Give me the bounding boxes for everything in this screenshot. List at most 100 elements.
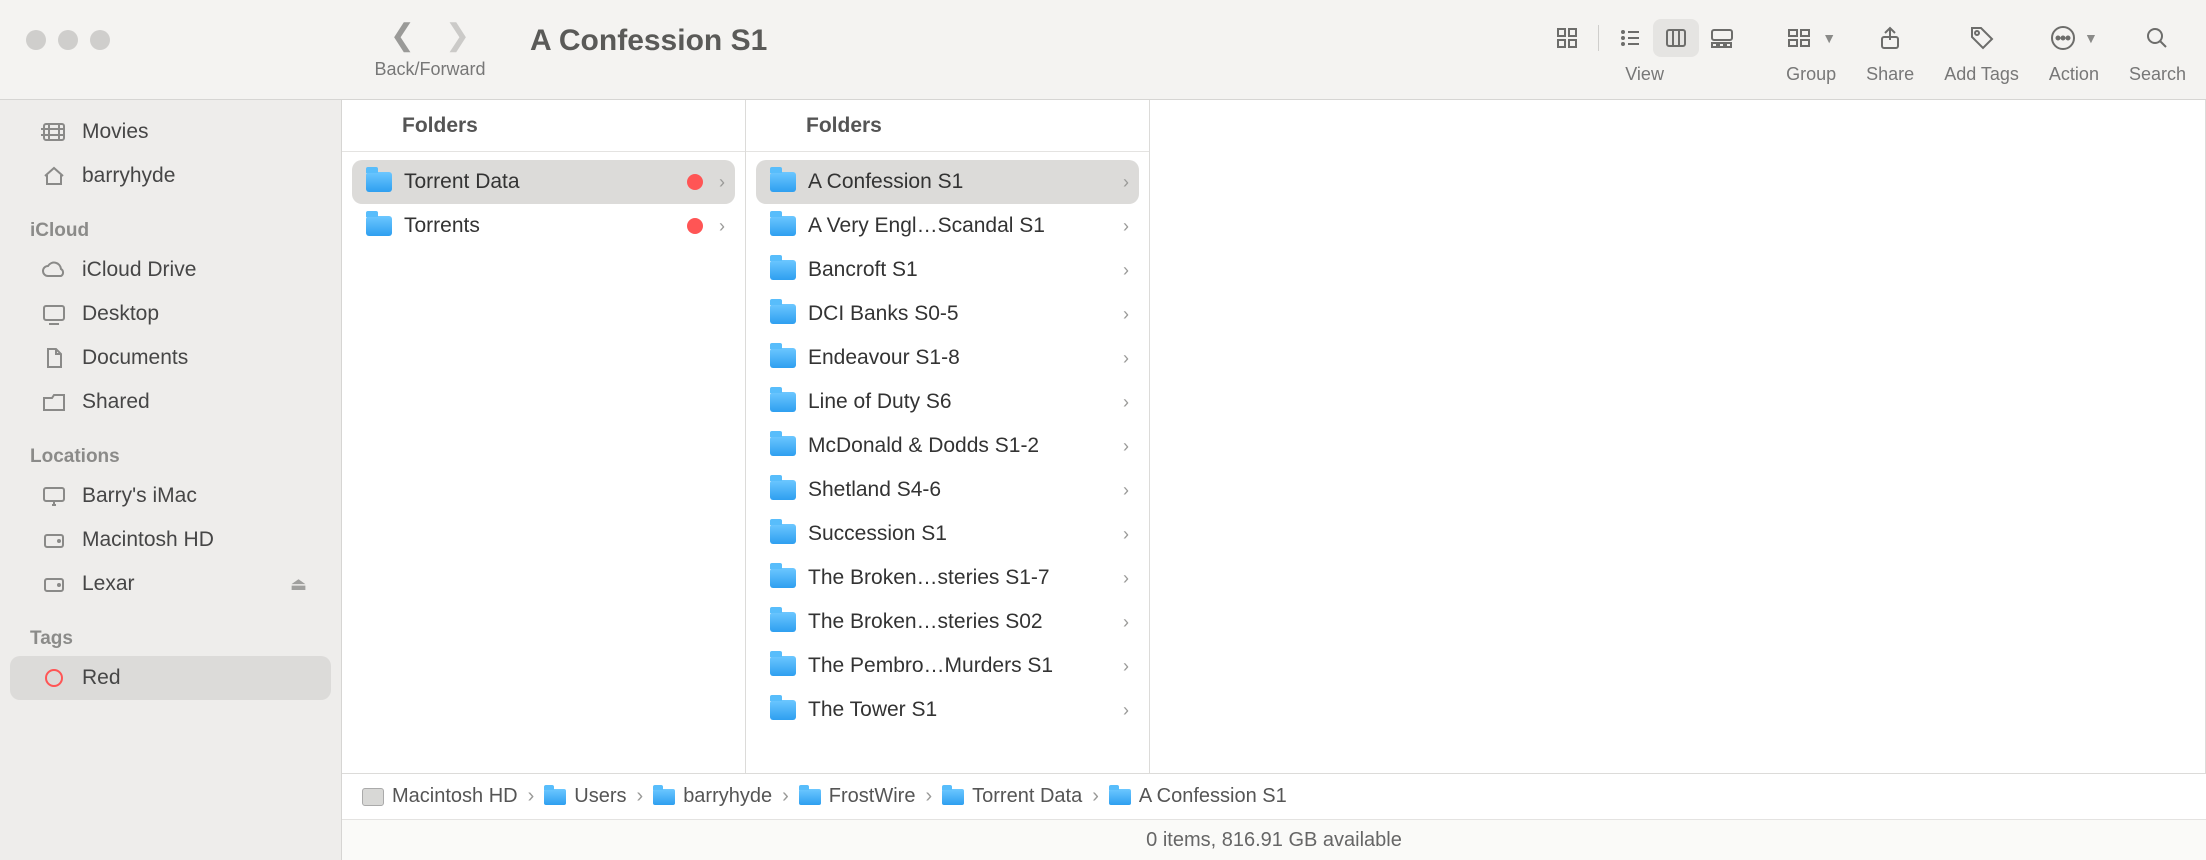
window-controls: [20, 10, 360, 50]
path-segment[interactable]: Macintosh HD: [362, 785, 518, 808]
path-segment[interactable]: A Confession S1: [1109, 785, 1287, 808]
gallery-icon: [1709, 26, 1735, 50]
folder-icon: [770, 392, 796, 412]
folder-name: Line of Duty S6: [808, 390, 1111, 414]
zoom-window[interactable]: [90, 30, 110, 50]
action-button[interactable]: ▼ Action: [2049, 18, 2099, 85]
icon-view-button[interactable]: [1544, 19, 1590, 57]
add-tags-button[interactable]: Add Tags: [1944, 18, 2019, 85]
path-segment[interactable]: barryhyde: [653, 785, 772, 808]
nav-group: ❮ ❯ Back/Forward: [360, 10, 500, 80]
path-segment[interactable]: Users: [544, 785, 626, 808]
column-header[interactable]: Folders: [746, 100, 1149, 152]
folder-name: Succession S1: [808, 522, 1111, 546]
search-button[interactable]: Search: [2129, 18, 2186, 85]
disk-icon: [362, 788, 384, 806]
chevron-right-icon: ›: [1123, 304, 1129, 325]
tag-color-dot: [45, 669, 63, 687]
column-view-button[interactable]: [1653, 19, 1699, 57]
sidebar-section-tags: Tags: [0, 606, 341, 656]
minimize-window[interactable]: [58, 30, 78, 50]
sidebar-item[interactable]: Desktop: [10, 292, 331, 336]
path-segment[interactable]: Torrent Data: [942, 785, 1082, 808]
chevron-right-icon: ›: [719, 216, 725, 237]
sidebar-tag-item[interactable]: Red: [10, 656, 331, 700]
folder-row[interactable]: Bancroft S1›: [756, 248, 1139, 292]
toolbar-actions: ▼ Group Share Add Tags ▼ Action: [1786, 10, 2186, 85]
view-label: View: [1625, 64, 1664, 85]
sidebar-item[interactable]: iCloud Drive: [10, 248, 331, 292]
sidebar-item[interactable]: Documents: [10, 336, 331, 380]
path-separator: ›: [528, 785, 535, 808]
cloud-icon: [41, 258, 67, 282]
folder-name: Bancroft S1: [808, 258, 1111, 282]
folder-name: Shetland S4-6: [808, 478, 1111, 502]
sidebar-section-locations: Locations: [0, 424, 341, 474]
column-3: [1150, 100, 2206, 773]
folder-row[interactable]: The Pembro…Murders S1›: [756, 644, 1139, 688]
tag-dot-icon: [687, 218, 703, 234]
chevron-right-icon: ›: [1123, 480, 1129, 501]
sidebar-item[interactable]: Macintosh HD: [10, 518, 331, 562]
folder-row[interactable]: Succession S1›: [756, 512, 1139, 556]
chevron-down-icon: ▼: [2084, 30, 2098, 46]
sidebar: Moviesbarryhyde iCloud iCloud DriveDeskt…: [0, 100, 342, 860]
folder-row[interactable]: A Confession S1›: [756, 160, 1139, 204]
folder-row[interactable]: The Broken…steries S02›: [756, 600, 1139, 644]
disk-icon: [41, 528, 67, 552]
folder-icon: [770, 436, 796, 456]
nav-label: Back/Forward: [374, 59, 485, 80]
path-separator: ›: [925, 785, 932, 808]
column-2: Folders A Confession S1›A Very Engl…Scan…: [746, 100, 1150, 773]
folder-name: A Confession S1: [808, 170, 1111, 194]
document-icon: [41, 346, 67, 370]
imac-icon: [41, 484, 67, 508]
share-button[interactable]: Share: [1866, 18, 1914, 85]
sidebar-item[interactable]: barryhyde: [10, 154, 331, 198]
gallery-view-button[interactable]: [1699, 19, 1745, 57]
view-switcher: [1543, 18, 1746, 58]
folder-row[interactable]: Endeavour S1-8 ›: [756, 336, 1139, 380]
window-title: A Confession S1: [500, 10, 1543, 58]
sidebar-item[interactable]: Shared: [10, 380, 331, 424]
folder-icon: [770, 612, 796, 632]
folder-name: Endeavour S1-8: [808, 346, 1111, 370]
grid-icon: [1555, 26, 1579, 50]
folder-row[interactable]: Line of Duty S6›: [756, 380, 1139, 424]
folder-row[interactable]: DCI Banks S0-5›: [756, 292, 1139, 336]
eject-icon[interactable]: ⏏: [290, 574, 307, 595]
column-header[interactable]: Folders: [342, 100, 745, 152]
folder-name: A Very Engl…Scandal S1: [808, 214, 1111, 238]
close-window[interactable]: [26, 30, 46, 50]
chevron-right-icon: ›: [1123, 216, 1129, 237]
folder-row[interactable]: The Broken…steries S1-7›: [756, 556, 1139, 600]
back-button[interactable]: ❮: [390, 18, 415, 53]
folder-icon: [942, 789, 964, 805]
group-button[interactable]: ▼ Group: [1786, 18, 1836, 85]
folder-row[interactable]: Shetland S4-6 ›: [756, 468, 1139, 512]
folder-icon: [770, 216, 796, 236]
folder-row[interactable]: Torrents›: [352, 204, 735, 248]
sidebar-item-label: Red: [82, 666, 121, 690]
sidebar-item-label: iCloud Drive: [82, 258, 196, 282]
folder-icon: [770, 480, 796, 500]
chevron-right-icon: ›: [1123, 436, 1129, 457]
chevron-right-icon: ›: [1123, 348, 1129, 369]
ellipsis-icon: [2050, 25, 2076, 51]
folder-row[interactable]: The Tower S1›: [756, 688, 1139, 732]
folder-name: McDonald & Dodds S1-2: [808, 434, 1111, 458]
sidebar-item-label: Movies: [82, 120, 149, 144]
shared-folder-icon: [41, 390, 67, 414]
sidebar-item[interactable]: Movies: [10, 110, 331, 154]
folder-row[interactable]: A Very Engl…Scandal S1 ›: [756, 204, 1139, 248]
path-segment[interactable]: FrostWire: [799, 785, 916, 808]
list-view-button[interactable]: [1607, 19, 1653, 57]
sidebar-item[interactable]: Barry's iMac: [10, 474, 331, 518]
folder-row[interactable]: McDonald & Dodds S1-2 ›: [756, 424, 1139, 468]
forward-button[interactable]: ❯: [445, 18, 470, 53]
sidebar-item-label: Macintosh HD: [82, 528, 214, 552]
folder-row[interactable]: Torrent Data›: [352, 160, 735, 204]
sidebar-item[interactable]: Lexar⏏: [10, 562, 331, 606]
folder-icon: [653, 789, 675, 805]
chevron-right-icon: ›: [1123, 700, 1129, 721]
